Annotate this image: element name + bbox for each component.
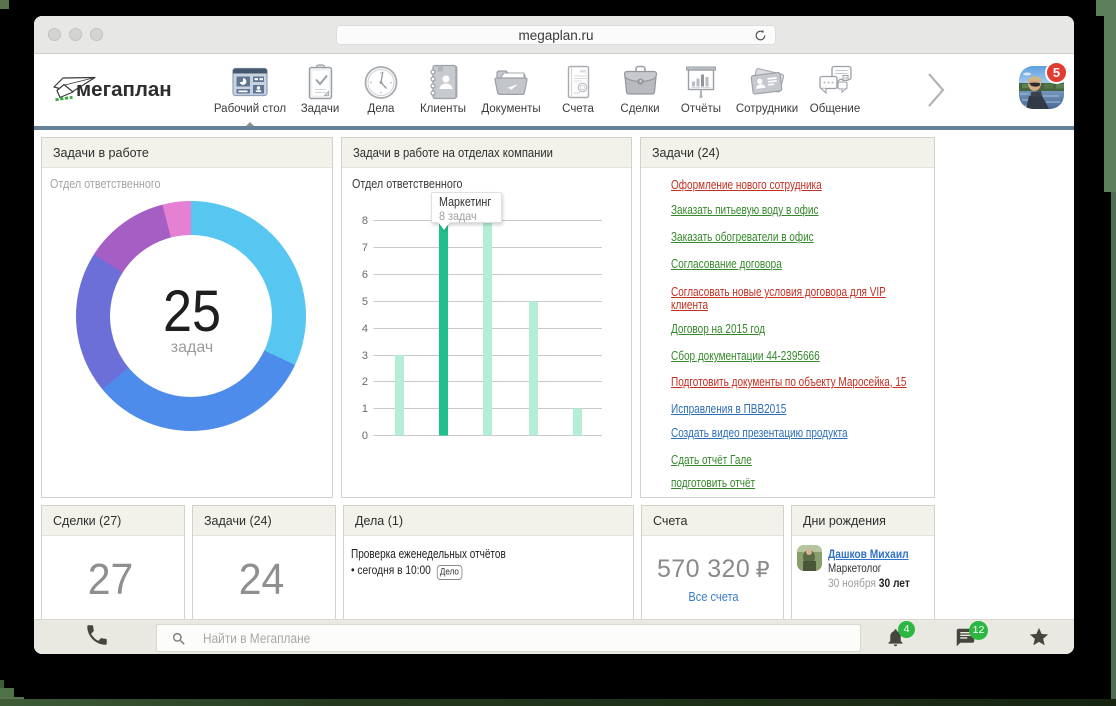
svg-text:0: 0	[362, 430, 368, 442]
svg-text:8: 8	[362, 215, 368, 227]
svg-text:2: 2	[362, 376, 368, 388]
svg-text:3: 3	[362, 350, 368, 362]
svg-text:6: 6	[362, 269, 368, 281]
svg-text:7: 7	[362, 242, 368, 254]
svg-text:4: 4	[362, 323, 368, 335]
svg-text:5: 5	[362, 296, 368, 308]
svg-text:1: 1	[362, 403, 368, 415]
